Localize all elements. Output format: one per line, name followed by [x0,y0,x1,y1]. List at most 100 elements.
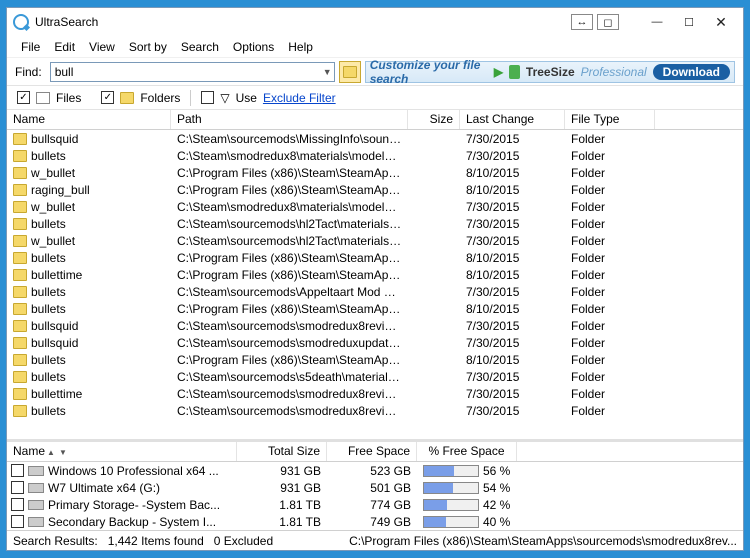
drive-checkbox[interactable] [11,498,24,511]
menu-edit[interactable]: Edit [54,40,75,54]
folder-icon [343,66,357,78]
table-row[interactable]: w_bullet C:\Steam\sourcemods\hl2Tact\mate… [7,232,743,249]
menu-view[interactable]: View [89,40,115,54]
drive-row[interactable]: W7 Ultimate x64 (G:)931 GB501 GB54 % [7,479,743,496]
status-excluded: 0 Excluded [214,534,273,548]
table-row[interactable]: bullettimeC:\Program Files (x86)\Steam\S… [7,266,743,283]
drive-row[interactable]: Primary Storage- -System Bac...1.81 TB77… [7,496,743,513]
table-row[interactable]: bulletsC:\Steam\sourcemods\hl2Tact\mater… [7,215,743,232]
cell-type: Folder [565,132,655,146]
table-row[interactable]: w_bulletC:\Steam\smodredux8\materials\mo… [7,198,743,215]
cell-name: w_bullet [31,234,75,248]
maximize-button[interactable]: ☐ [673,12,705,32]
cell-type: Folder [565,166,655,180]
drive-checkbox[interactable] [11,515,24,528]
drive-free: 523 GB [327,464,417,478]
cell-type: Folder [565,353,655,367]
cell-type: Folder [565,217,655,231]
drive-checkbox[interactable] [11,464,24,477]
table-row[interactable]: bullettimeC:\Steam\sourcemods\smodredux8… [7,385,743,402]
minimize-button[interactable]: — [641,12,673,32]
drive-row[interactable]: Secondary Backup - System I...1.81 TB749… [7,513,743,530]
drive-name: Windows 10 Professional x64 ... [48,464,219,478]
menu-search[interactable]: Search [181,40,219,54]
dcol-name[interactable]: Name [13,444,45,458]
folder-icon [13,235,27,247]
cell-path: C:\Steam\sourcemods\smodredux8revised\ma… [171,404,408,418]
folder-icon [13,354,27,366]
cell-last: 7/30/2015 [460,217,565,231]
status-found: 1,442 Items found [108,534,204,548]
table-row[interactable]: bulletsC:\Steam\smodredux8\materials\mod… [7,147,743,164]
table-row[interactable]: bullets C:\Program Files (x86)\Steam\Stea… [7,249,743,266]
cell-path: C:\Program Files (x86)\Steam\SteamApps\s… [171,251,408,265]
folders-checkbox[interactable]: ✓ [101,91,114,104]
menu-sortby[interactable]: Sort by [129,40,167,54]
cell-last: 7/30/2015 [460,149,565,163]
cell-type: Folder [565,302,655,316]
dcol-pct[interactable]: % Free Space [417,442,517,461]
table-row[interactable]: bullsquidC:\Steam\sourcemods\smodredux8r… [7,317,743,334]
dcol-total[interactable]: Total Size [237,442,327,461]
use-checkbox[interactable] [201,91,214,104]
cell-path: C:\Steam\sourcemods\MissingInfo\sound\np… [171,132,408,146]
menu-help[interactable]: Help [288,40,313,54]
table-body[interactable]: bullsquid C:\Steam\sourcemods\MissingInfo… [7,130,743,439]
close-button[interactable]: ✕ [705,12,737,32]
drive-total: 1.81 TB [237,515,327,529]
cell-path: C:\Steam\sourcemods\hl2Tact\materials\mo… [171,234,408,248]
menu-options[interactable]: Options [233,40,274,54]
cell-name: bullets [31,251,66,265]
sort-desc-icon[interactable]: ▼ [59,448,67,457]
table-row[interactable]: w_bulletC:\Program Files (x86)\Steam\Ste… [7,164,743,181]
cell-type: Folder [565,251,655,265]
titlebar-btn-2[interactable]: ◻ [597,14,619,30]
col-path[interactable]: Path [171,110,408,129]
table-row[interactable]: bulletsC:\Program Files (x86)\Steam\Stea… [7,300,743,317]
table-row[interactable]: bullsquidC:\Steam\sourcemods\smodreduxup… [7,334,743,351]
table-row[interactable]: bulletsC:\Program Files (x86)\Steam\Stea… [7,351,743,368]
cell-name: bullsquid [31,319,78,333]
cell-name: bullets [31,302,66,316]
find-dropdown-icon[interactable]: ▼ [323,67,332,77]
app-title: UltraSearch [35,15,98,29]
status-bar: Search Results: 1,442 Items found 0 Excl… [7,530,743,550]
status-results: Search Results: [13,534,98,548]
dcol-free[interactable]: Free Space [327,442,417,461]
drive-row[interactable]: Windows 10 Professional x64 ...931 GB523… [7,462,743,479]
col-type[interactable]: File Type [565,110,655,129]
menu-file[interactable]: File [21,40,40,54]
drive-icon [28,500,44,510]
download-button[interactable]: Download [653,64,730,80]
promo-treesize: TreeSize [526,65,575,79]
arrow-icon: ▶ [494,65,503,79]
drive-checkbox[interactable] [11,481,24,494]
find-combo[interactable]: ▼ [50,62,335,82]
col-name[interactable]: Name [7,110,171,129]
col-size[interactable]: Size [408,110,460,129]
cell-type: Folder [565,285,655,299]
cell-path: C:\Program Files (x86)\Steam\SteamApps\s… [171,353,408,367]
table-row[interactable]: bulletsC:\Steam\sourcemods\smodredux8rev… [7,402,743,419]
find-input[interactable] [55,65,330,79]
cell-type: Folder [565,200,655,214]
col-last[interactable]: Last Change [460,110,565,129]
browse-folder-button[interactable] [339,61,361,83]
table-row[interactable]: raging_bullC:\Program Files (x86)\Steam\… [7,181,743,198]
titlebar[interactable]: UltraSearch ↔ ◻ — ☐ ✕ [7,8,743,36]
table-row[interactable]: bulletsC:\Steam\sourcemods\s5death\mater… [7,368,743,385]
cell-last: 7/30/2015 [460,285,565,299]
exclude-filter-link[interactable]: Exclude Filter [263,91,336,105]
find-label: Find: [15,65,42,79]
table-row[interactable]: bulletsC:\Steam\sourcemods\Appeltaart Mo… [7,283,743,300]
drives-panel: Name▲ ▼ Total Size Free Space % Free Spac… [7,439,743,530]
files-checkbox[interactable]: ✓ [17,91,30,104]
filter-row: ✓ Files ✓ Folders ▽ Use Exclude Filter [7,86,743,110]
drive-free: 774 GB [327,498,417,512]
titlebar-btn-1[interactable]: ↔ [571,14,593,30]
cell-path: C:\Program Files (x86)\Steam\SteamApps\s… [171,183,408,197]
promo-customize[interactable]: Customize your file search [370,58,488,86]
sort-asc-icon[interactable]: ▲ [47,448,55,457]
drive-bar [423,499,479,511]
table-row[interactable]: bullsquidC:\Steam\sourcemods\MissingInfo… [7,130,743,147]
